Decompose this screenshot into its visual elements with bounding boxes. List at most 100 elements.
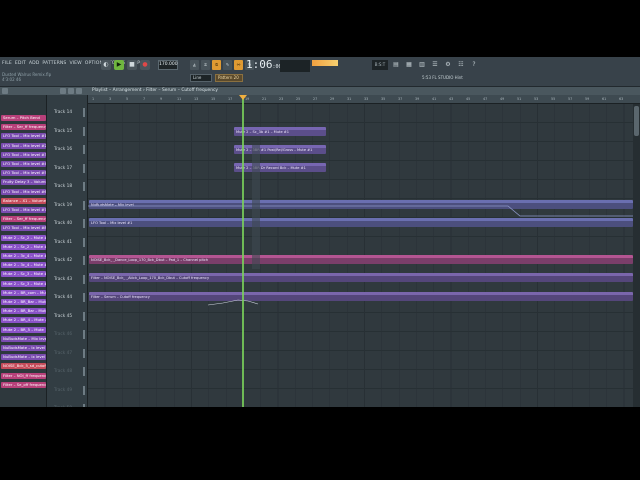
- pattern-select[interactable]: Pattern 20: [215, 74, 243, 82]
- track-header[interactable]: Track 46: [47, 326, 88, 344]
- browser-clip-item[interactable]: Mute 2 – BR_com – Mute: [1, 289, 46, 296]
- track-label: Track 15: [54, 128, 73, 134]
- browser-clip-item[interactable]: Mute 2 – 3c_4 – Mute #2: [1, 262, 46, 269]
- countdown-icon[interactable]: ⏲: [212, 60, 221, 70]
- track-header[interactable]: Track 48: [47, 363, 88, 381]
- track-header[interactable]: Track 17: [47, 160, 88, 178]
- track-header[interactable]: Track 18: [47, 178, 88, 196]
- browser-clip-item[interactable]: NuBudsMate – Ix level #1: [1, 345, 46, 351]
- track-mute-led[interactable]: [83, 163, 85, 173]
- browser-clip-item[interactable]: NOISE_Bck_5_sd_cutoff: [1, 363, 46, 370]
- track-header[interactable]: Track 49: [47, 382, 88, 400]
- track-header[interactable]: Track 50: [47, 400, 88, 407]
- browser-clip-item[interactable]: Mute 2 – BR_Bar – Mute: [1, 308, 46, 315]
- menu-edit[interactable]: EDIT: [15, 61, 26, 66]
- browser-clip-item[interactable]: Balance – X1 – Volume: [1, 197, 46, 204]
- blend-icon[interactable]: ⚯: [234, 60, 243, 70]
- paint-tool-icon[interactable]: [68, 88, 74, 94]
- timeline-ruler[interactable]: 1 3 5 7 9 11 13 15 17 19 21 23 25 27 29 31 33 35 37 39 41 43 4…: [88, 95, 640, 104]
- tempo-display[interactable]: 170.000: [158, 60, 178, 70]
- track-mute-led[interactable]: [83, 126, 85, 136]
- step-edit-icon[interactable]: ✎: [223, 60, 232, 70]
- track-header[interactable]: Track 14: [47, 104, 88, 122]
- browser-clip-item[interactable]: Fruity Delay 3 – Volume: [1, 179, 46, 186]
- piano-roll-icon[interactable]: ▦: [405, 60, 413, 69]
- track-mute-led[interactable]: [83, 237, 85, 247]
- playlist-icon[interactable]: ▤: [392, 60, 400, 69]
- track-mute-led[interactable]: [83, 256, 85, 265]
- browser-clip-item[interactable]: Mute 2 – BR_5 – Mute: [1, 326, 46, 333]
- menu-patterns[interactable]: PATTERNS: [42, 61, 66, 66]
- draw-tool-icon[interactable]: [60, 88, 66, 94]
- menu-file[interactable]: FILE: [2, 61, 12, 66]
- track-mute-led[interactable]: [83, 108, 85, 117]
- menu-add[interactable]: ADD: [29, 61, 40, 66]
- wait-icon[interactable]: ⧖: [201, 60, 210, 70]
- record-button[interactable]: ●: [140, 60, 150, 70]
- track-mute-led[interactable]: [83, 367, 85, 376]
- browser-icon[interactable]: ☷: [457, 60, 465, 69]
- browser-clip-item[interactable]: Mute 2 – Sc_2 – Mute #3: [1, 243, 46, 250]
- menu-view[interactable]: VIEW: [69, 61, 81, 66]
- browser-clip-item[interactable]: NuBudsMate – Ix level #2: [1, 354, 46, 361]
- track-header[interactable]: Track 16: [47, 141, 88, 159]
- scrollbar-thumb[interactable]: [634, 106, 639, 136]
- playlist-grid[interactable]: Mute 2 – Sc_3b #1 – Mute #1 Mute 2 – 3BR…: [88, 104, 633, 407]
- track-mute-led[interactable]: [83, 293, 85, 302]
- track-header[interactable]: Track 40: [47, 215, 88, 233]
- track-header[interactable]: Track 15: [47, 123, 88, 141]
- browser-clip-item[interactable]: Filter – NOI_ff frequency: [1, 372, 46, 379]
- playhead[interactable]: [242, 95, 244, 407]
- mixer-icon[interactable]: ☰: [431, 60, 439, 69]
- track-mute-led[interactable]: [83, 348, 85, 358]
- browser-clip-item[interactable]: LFO Tool – Mix level #1: [1, 133, 46, 140]
- browser-clip-item[interactable]: LFO Tool – Mix level #5: [1, 170, 46, 177]
- browser-clip-item[interactable]: Mute 2 – Sc_3 – Mute #2: [1, 280, 46, 287]
- track-mute-led[interactable]: [83, 145, 85, 154]
- playhead-marker-icon[interactable]: [239, 95, 247, 100]
- track-mute-led[interactable]: [83, 274, 85, 284]
- browser-clip-item[interactable]: Mute 2 – BR_4 – Mute #1: [1, 317, 46, 324]
- track-header[interactable]: Track 45: [47, 308, 88, 326]
- track-mute-led[interactable]: [83, 385, 85, 395]
- track-header[interactable]: Track 44: [47, 289, 88, 307]
- track-header[interactable]: Track 41: [47, 234, 88, 252]
- browser-clip-item[interactable]: NuBudsMate – Mix level: [1, 335, 46, 342]
- metronome-icon[interactable]: ◭: [190, 60, 199, 70]
- browser-clip-item[interactable]: LFO Tool – Mix level #2: [1, 142, 46, 149]
- track-mute-led[interactable]: [83, 404, 85, 407]
- browser-clip-item[interactable]: Filter – Ser_ff frequency: [1, 124, 46, 131]
- plugin-icon[interactable]: ⚙: [444, 60, 452, 69]
- track-mute-led[interactable]: [83, 182, 85, 191]
- menu-arrow-icon[interactable]: [2, 88, 8, 94]
- vertical-scrollbar[interactable]: [633, 104, 640, 407]
- track-header[interactable]: Track 47: [47, 345, 88, 363]
- track-mute-led[interactable]: [83, 200, 85, 210]
- play-button[interactable]: ▶: [114, 60, 124, 70]
- track-label: Track 42: [54, 258, 73, 263]
- track-header[interactable]: Track 42: [47, 252, 88, 270]
- browser-clip-item[interactable]: Filter – Se_off frequency: [1, 381, 46, 388]
- track-header[interactable]: Track 19: [47, 197, 88, 215]
- browser-clip-item[interactable]: Mute 2 – Sc_2 – Mute #2: [1, 234, 46, 241]
- browser-clip-item[interactable]: LFO Tool – Mix level #7: [1, 207, 46, 213]
- browser-clip-item[interactable]: Serum – Pitch Bend: [1, 115, 46, 121]
- stop-button[interactable]: ■: [127, 60, 137, 70]
- browser-clip-item[interactable]: LFO Tool – Mix level #4: [1, 161, 46, 167]
- browser-clip-item[interactable]: Filter – Ser_ff frequency: [1, 216, 46, 223]
- line-mode-select[interactable]: Line: [190, 74, 212, 82]
- browser-clip-item[interactable]: LFO Tool – Mix level #6: [1, 188, 46, 195]
- pat-song-toggle-icon[interactable]: ◐: [101, 60, 111, 70]
- browser-clip-item[interactable]: LFO Tool – Mix level #3: [1, 151, 46, 158]
- browser-clip-item[interactable]: Mute 2 – 3c_4 – Mute #1: [1, 253, 46, 259]
- browser-clip-item[interactable]: Mute 2 – BR_Bar – Mute: [1, 299, 46, 305]
- track-mute-led[interactable]: [83, 219, 85, 228]
- browser-clip-item[interactable]: Mute 2 – Sc_3 – Mute #1: [1, 271, 46, 278]
- track-mute-led[interactable]: [83, 311, 85, 321]
- track-mute-led[interactable]: [83, 330, 85, 339]
- delete-tool-icon[interactable]: [76, 88, 82, 94]
- track-header[interactable]: Track 43: [47, 271, 88, 289]
- help-icon[interactable]: ?: [470, 60, 478, 69]
- channel-rack-icon[interactable]: ▥: [418, 60, 426, 69]
- browser-clip-item[interactable]: LFO Tool – Mix level #8: [1, 225, 46, 232]
